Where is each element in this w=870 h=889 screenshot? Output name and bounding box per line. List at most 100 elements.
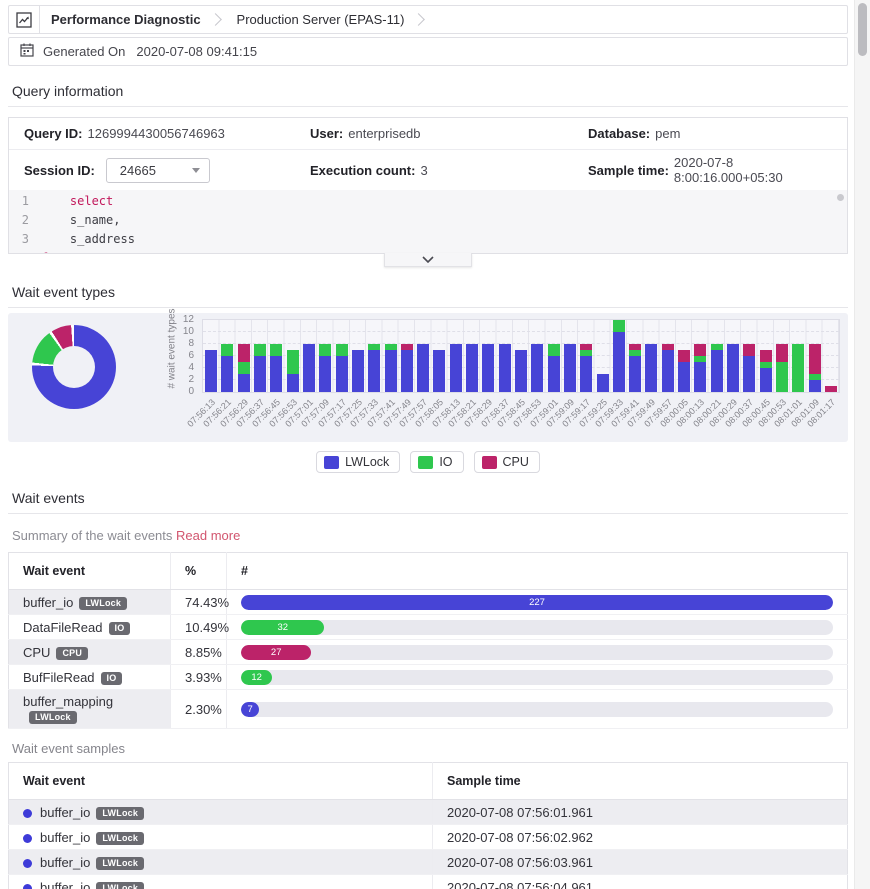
divider bbox=[8, 106, 848, 107]
bar-segment-lwlock bbox=[221, 356, 233, 392]
count-bar-fill: 32 bbox=[241, 620, 324, 635]
stacked-bar[interactable] bbox=[336, 344, 348, 392]
sample-time-cell: 2020-07-08 07:56:03.961 bbox=[433, 850, 848, 875]
stacked-bar[interactable] bbox=[466, 344, 478, 392]
donut-hole bbox=[53, 346, 95, 388]
stacked-bar[interactable] bbox=[580, 344, 592, 392]
bar-segment-lwlock bbox=[417, 344, 429, 392]
chevron-down-icon bbox=[422, 256, 434, 263]
stacked-bar[interactable] bbox=[662, 344, 674, 392]
count-bar-fill: 7 bbox=[241, 702, 259, 717]
column-header-wait-event[interactable]: Wait event bbox=[9, 553, 171, 590]
count-bar-track: 7 bbox=[241, 702, 833, 717]
legend-item-cpu[interactable]: CPU bbox=[474, 451, 540, 473]
column-header-wait-event[interactable]: Wait event bbox=[9, 763, 433, 800]
bar-segment-lwlock bbox=[678, 362, 690, 392]
trend-chart-icon bbox=[9, 6, 40, 33]
stacked-bar[interactable] bbox=[499, 344, 511, 392]
wait-event-samples-table: Wait event Sample time buffer_ioLWLock20… bbox=[8, 762, 848, 889]
stacked-bar[interactable] bbox=[613, 320, 625, 392]
stacked-bar[interactable] bbox=[287, 350, 299, 392]
stacked-bar[interactable] bbox=[694, 344, 706, 392]
stacked-bar[interactable] bbox=[270, 344, 282, 392]
bar-segment-lwlock bbox=[433, 350, 445, 392]
table-row: buffer_ioLWLock2020-07-08 07:56:04.961 bbox=[9, 875, 848, 889]
stacked-bar[interactable] bbox=[825, 386, 837, 392]
stacked-bar[interactable] bbox=[515, 350, 527, 392]
bar-segment-lwlock bbox=[401, 350, 413, 392]
stacked-bar[interactable] bbox=[809, 344, 821, 392]
session-id-select[interactable]: 24665 bbox=[106, 158, 210, 183]
breadcrumb-item-server[interactable]: Production Server (EPAS-11) bbox=[226, 12, 409, 27]
stacked-bar[interactable] bbox=[760, 350, 772, 392]
stacked-bar[interactable] bbox=[433, 350, 445, 392]
stacked-bar[interactable] bbox=[417, 344, 429, 392]
page-scrollbar-thumb[interactable] bbox=[858, 3, 867, 56]
bar-segment-lwlock bbox=[645, 344, 657, 392]
stacked-bar[interactable] bbox=[792, 344, 804, 392]
legend-item-lwlock[interactable]: LWLock bbox=[316, 451, 400, 473]
stacked-bar[interactable] bbox=[645, 344, 657, 392]
stacked-bar[interactable] bbox=[450, 344, 462, 392]
count-bar-cell: 12 bbox=[227, 665, 848, 690]
stacked-bar[interactable] bbox=[368, 344, 380, 392]
count-bar-fill: 12 bbox=[241, 670, 272, 685]
stacked-bar[interactable] bbox=[548, 344, 560, 392]
stacked-bar[interactable] bbox=[531, 344, 543, 392]
execution-count-value: 3 bbox=[420, 163, 427, 178]
wait-event-types-chart-panel: # wait event types 024681012 07:56:1307:… bbox=[8, 313, 848, 442]
stacked-bar[interactable] bbox=[678, 350, 690, 392]
column-header-percent[interactable]: % bbox=[171, 553, 227, 590]
stacked-bar[interactable] bbox=[385, 344, 397, 392]
stacked-bar[interactable] bbox=[205, 350, 217, 392]
database-value: pem bbox=[655, 126, 680, 141]
stacked-bar[interactable] bbox=[401, 344, 413, 392]
column-header-sample-time[interactable]: Sample time bbox=[433, 763, 848, 800]
stacked-bar[interactable] bbox=[776, 344, 788, 392]
session-id-value: 24665 bbox=[120, 163, 156, 178]
table-row: buffer_mappingLWLock2.30%7 bbox=[9, 690, 848, 729]
stacked-bar[interactable] bbox=[711, 344, 723, 392]
count-bar-track: 12 bbox=[241, 670, 833, 685]
stacked-bar-chart: # wait event types 024681012 07:56:1307:… bbox=[158, 319, 840, 442]
donut-chart[interactable] bbox=[32, 325, 116, 409]
stacked-bar[interactable] bbox=[254, 344, 266, 392]
read-more-link[interactable]: Read more bbox=[176, 528, 240, 543]
stacked-bar[interactable] bbox=[727, 344, 739, 392]
sql-query-editor[interactable]: 1 select2 s_name,3 s_address4from bbox=[9, 190, 847, 253]
sql-line-number: 1 bbox=[9, 192, 41, 211]
stacked-bar[interactable] bbox=[743, 344, 755, 392]
bar-segment-lwlock bbox=[727, 344, 739, 392]
bar-segment-lwlock bbox=[548, 356, 560, 392]
sql-scrollbar-thumb[interactable] bbox=[837, 194, 844, 201]
stacked-bar[interactable] bbox=[629, 344, 641, 392]
x-axis-labels: 07:56:1307:56:2107:56:2907:56:3707:56:45… bbox=[202, 395, 840, 443]
stacked-bar[interactable] bbox=[221, 344, 233, 392]
table-row: buffer_ioLWLock2020-07-08 07:56:02.962 bbox=[9, 825, 848, 850]
y-tick-label: 2 bbox=[188, 374, 194, 385]
stacked-bar[interactable] bbox=[482, 344, 494, 392]
percent-cell: 74.43% bbox=[171, 590, 227, 615]
bar-segment-lwlock bbox=[743, 356, 755, 392]
stacked-bar[interactable] bbox=[303, 344, 315, 392]
bar-segment-cpu bbox=[809, 344, 821, 374]
stacked-bar[interactable] bbox=[597, 374, 609, 392]
column-header-count[interactable]: # bbox=[227, 553, 848, 590]
count-bar-cell: 27 bbox=[227, 640, 848, 665]
query-information-title: Query information bbox=[12, 83, 844, 99]
stacked-bar[interactable] bbox=[238, 344, 250, 392]
stacked-bar[interactable] bbox=[352, 350, 364, 392]
stacked-bar[interactable] bbox=[319, 344, 331, 392]
bar-segment-lwlock bbox=[352, 350, 364, 392]
expand-sql-button[interactable] bbox=[384, 253, 472, 267]
table-row: buffer_ioLWLock74.43%227 bbox=[9, 590, 848, 615]
breadcrumb-item-performance-diagnostic[interactable]: Performance Diagnostic bbox=[40, 12, 205, 27]
stacked-bar[interactable] bbox=[564, 344, 576, 392]
table-row: buffer_ioLWLock2020-07-08 07:56:01.961 bbox=[9, 800, 848, 825]
percent-cell: 3.93% bbox=[171, 665, 227, 690]
bar-plot-area[interactable] bbox=[202, 319, 840, 393]
bar-segment-io bbox=[548, 344, 560, 356]
sample-time-cell: 2020-07-08 07:56:01.961 bbox=[433, 800, 848, 825]
page-scrollbar[interactable] bbox=[854, 0, 870, 889]
legend-item-io[interactable]: IO bbox=[410, 451, 463, 473]
